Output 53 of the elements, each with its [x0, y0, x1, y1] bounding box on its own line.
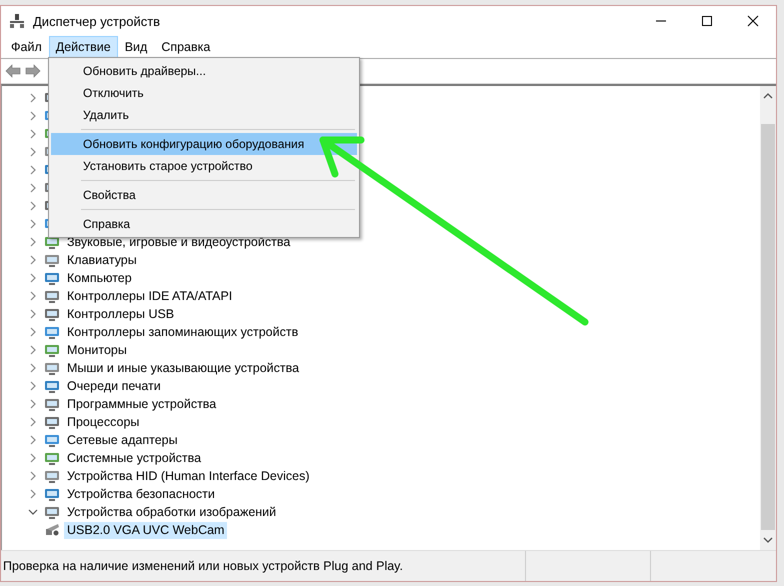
tree-item[interactable]: Устройства безопасности	[64, 486, 218, 502]
tree-item[interactable]: Устройства обработки изображений	[64, 504, 280, 520]
forward-button[interactable]	[25, 64, 41, 78]
device-icon	[44, 306, 60, 322]
tree-item[interactable]: Клавиатуры	[64, 252, 140, 268]
webcam-icon	[44, 522, 60, 538]
tree-item[interactable]: Сетевые адаптеры	[64, 432, 181, 448]
maximize-icon	[701, 15, 713, 27]
window-title: Диспетчер устройств	[33, 14, 160, 28]
menu-item[interactable]: Обновить драйверы...	[51, 60, 357, 82]
menu-bar-item[interactable]: Действие	[48, 36, 118, 58]
tree-item[interactable]: Программные устройства	[64, 396, 220, 412]
menu-bar-item[interactable]: Справка	[154, 36, 218, 58]
menu-bar-item[interactable]: Файл	[4, 36, 49, 58]
menu-bar-item[interactable]: Вид	[118, 36, 154, 58]
tree-item[interactable]: Компьютер	[64, 270, 135, 286]
device-icon	[44, 450, 60, 466]
close-icon	[747, 15, 759, 27]
device-icon	[44, 270, 60, 286]
tree-item[interactable]: USB2.0 VGA UVC WebCam	[64, 522, 228, 538]
device-icon	[44, 378, 60, 394]
device-icon	[44, 234, 60, 250]
tree-item[interactable]: Контроллеры USB	[64, 306, 178, 322]
device-icon	[44, 324, 60, 340]
device-icon	[44, 468, 60, 484]
app-icon	[9, 13, 25, 29]
device-icon	[44, 288, 60, 304]
back-button[interactable]	[5, 64, 21, 78]
tree-item[interactable]: Звуковые, игровые и видеоустройства	[64, 234, 294, 250]
menu-item[interactable]: Установить старое устройство	[51, 155, 357, 177]
tree-item[interactable]: Мониторы	[64, 342, 130, 358]
menu-item[interactable]: Обновить конфигурацию оборудования	[51, 133, 357, 155]
tree-item[interactable]: Устройства HID (Human Interface Devices)	[64, 468, 313, 484]
menu-item[interactable]: Свойства	[51, 184, 357, 206]
device-icon	[44, 396, 60, 412]
status-text: Проверка на наличие изменений или новых устройств Plug and Play.	[2, 558, 404, 575]
device-icon	[44, 432, 60, 448]
device-icon	[44, 342, 60, 358]
device-icon	[44, 414, 60, 430]
tree-item[interactable]: Мыши и иные указывающие устройства	[64, 360, 302, 376]
device-icon	[44, 486, 60, 502]
menu-item[interactable]: Отключить	[51, 82, 357, 104]
tree-item[interactable]: Системные устройства	[64, 450, 204, 466]
tree-item[interactable]: Процессоры	[64, 414, 142, 430]
scrollbar[interactable]	[760, 86, 776, 550]
device-icon	[44, 252, 60, 268]
menu-item[interactable]: Справка	[51, 213, 357, 235]
device-icon	[44, 360, 60, 376]
tree-item[interactable]: Очереди печати	[64, 378, 164, 394]
tree-item[interactable]: Контроллеры IDE ATA/ATAPI	[64, 288, 236, 304]
tree-item[interactable]: Контроллеры запоминающих устройств	[64, 324, 302, 340]
menu-item[interactable]: Удалить	[51, 104, 357, 126]
device-icon	[44, 504, 60, 520]
